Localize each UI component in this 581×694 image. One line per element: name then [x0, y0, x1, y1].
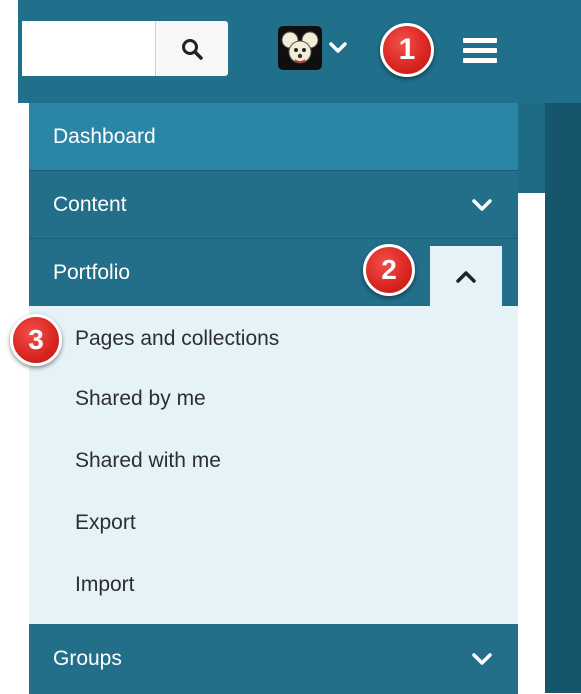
nav-item-label: Content	[53, 192, 127, 216]
chevron-down-icon[interactable]	[462, 185, 502, 225]
search-button[interactable]	[156, 21, 228, 76]
chevron-up-icon[interactable]	[430, 246, 502, 307]
nav-item-label: Portfolio	[53, 260, 131, 284]
nav-item-label: Groups	[53, 647, 122, 670]
portfolio-submenu: Pages and collections Shared by me Share…	[29, 306, 518, 624]
main-nav-menu: Dashboard Content Portfolio Pages and co…	[29, 103, 518, 694]
submenu-item-import[interactable]: Import	[29, 554, 518, 616]
nav-item-portfolio[interactable]: Portfolio	[29, 238, 518, 307]
submenu-item-label: Shared by me	[75, 387, 206, 410]
nav-item-content[interactable]: Content	[29, 170, 518, 238]
nav-item-dashboard[interactable]: Dashboard	[29, 103, 518, 170]
annotation-badge-2: 2	[363, 244, 415, 296]
page-content-edge	[518, 193, 545, 693]
search-input[interactable]	[22, 21, 156, 76]
nav-item-groups[interactable]: Groups	[29, 624, 518, 694]
search-icon	[182, 38, 203, 60]
submenu-item-shared-by-me[interactable]: Shared by me	[29, 368, 518, 430]
user-menu[interactable]	[278, 26, 348, 70]
chevron-down-icon[interactable]	[328, 41, 348, 55]
chevron-down-icon[interactable]	[462, 639, 502, 679]
nav-item-label: Dashboard	[53, 124, 156, 148]
page-edge-dark	[545, 103, 581, 693]
annotation-badge-3: 3	[10, 314, 62, 366]
submenu-item-shared-with-me[interactable]: Shared with me	[29, 430, 518, 492]
submenu-item-label: Export	[75, 511, 136, 534]
annotation-badge-1: 1	[380, 23, 434, 77]
submenu-item-label: Import	[75, 573, 135, 596]
hamburger-icon[interactable]	[463, 38, 497, 64]
submenu-item-label: Pages and collections	[75, 327, 280, 350]
avatar[interactable]	[278, 26, 322, 70]
submenu-item-export[interactable]: Export	[29, 492, 518, 554]
submenu-item-label: Shared with me	[75, 449, 221, 472]
submenu-item-pages-and-collections[interactable]: Pages and collections	[29, 310, 518, 368]
mouse-avatar-icon	[281, 31, 319, 64]
